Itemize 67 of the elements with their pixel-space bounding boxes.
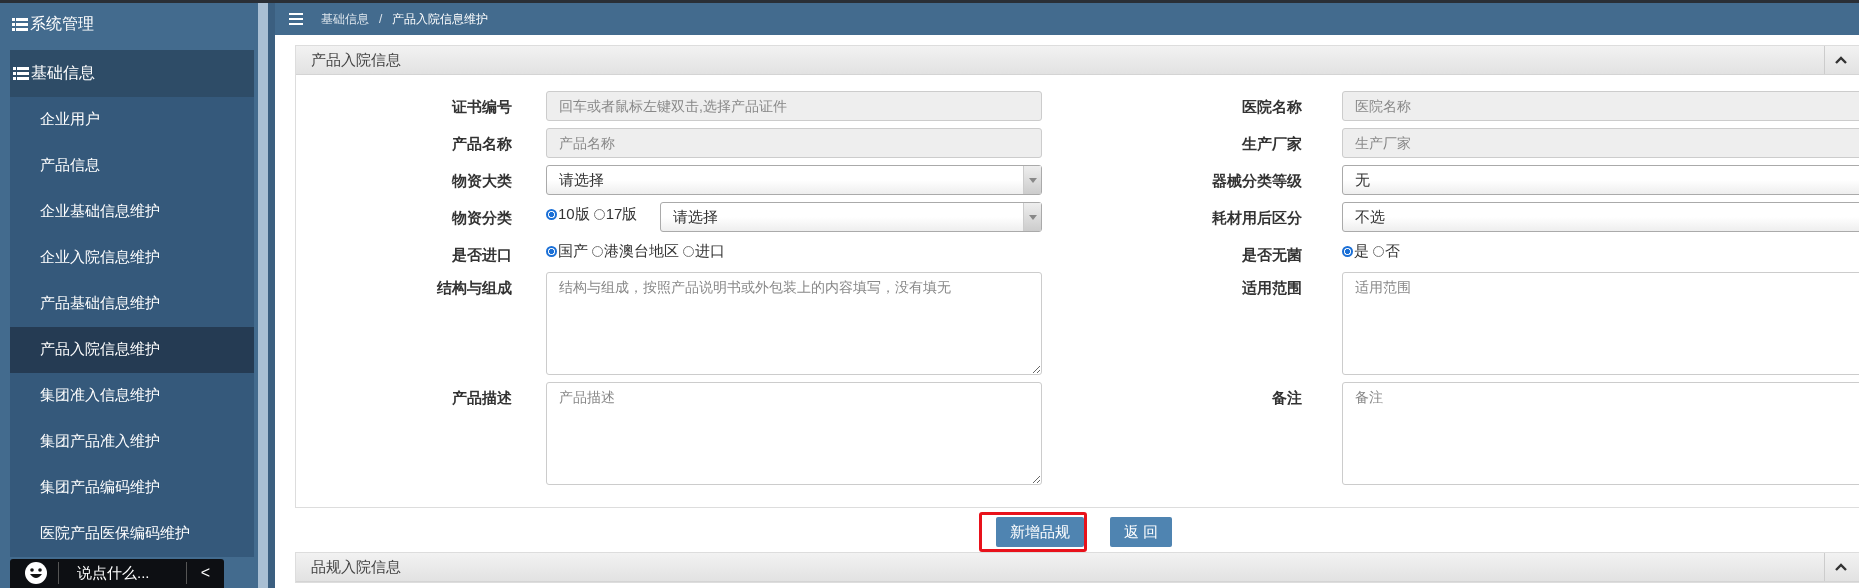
sidebar-item[interactable]: 企业基础信息维护: [10, 188, 254, 235]
select-field[interactable]: 请选择: [546, 165, 1042, 195]
section-label: 基础信息: [31, 62, 95, 83]
text-field[interactable]: 生产厂家: [1342, 128, 1859, 158]
collapse-button[interactable]: <: [186, 564, 224, 583]
radio-label: 港澳台地区: [604, 242, 679, 259]
sidebar-item[interactable]: 医院产品医保编码维护: [10, 510, 254, 557]
action-button[interactable]: 返 回: [1109, 517, 1173, 547]
field-label: 产品名称: [451, 134, 512, 154]
text-area[interactable]: 结构与组成，按照产品说明书或外包装上的内容填写，没有填无: [546, 272, 1042, 375]
field-label: 产品描述: [451, 388, 512, 408]
field-label: 物资分类: [450, 208, 512, 228]
field-label: 证书编号: [450, 97, 512, 117]
radio-button[interactable]: [546, 246, 557, 257]
field-label: 是否无菌: [1241, 245, 1302, 265]
text-field[interactable]: 产品名称: [546, 128, 1042, 158]
field-label: 医院名称: [1241, 97, 1302, 117]
breadcrumb-separator: /: [379, 12, 383, 26]
action-button[interactable]: 新增品规: [995, 517, 1084, 547]
sidebar-item[interactable]: 产品信息: [10, 142, 254, 189]
sidebar-item[interactable]: 企业用户: [10, 96, 254, 143]
field-label: 耗材用后区分: [1211, 208, 1302, 228]
field-label: 结构与组成: [436, 278, 512, 298]
text-area[interactable]: 产品描述: [546, 382, 1042, 485]
sidebar-item[interactable]: 企业入院信息维护: [10, 234, 254, 281]
radio-label: 否: [1385, 242, 1400, 259]
sidebar-section[interactable]: 基础信息: [10, 49, 254, 97]
select-field[interactable]: 无: [1342, 165, 1859, 195]
breadcrumb-item[interactable]: 基础信息: [321, 10, 369, 28]
section-label: 系统管理: [30, 14, 94, 35]
select-field[interactable]: 不选: [1342, 202, 1859, 232]
radio-button[interactable]: [1342, 246, 1353, 257]
radio-label: 是: [1354, 242, 1369, 259]
caret-icon: [1028, 214, 1037, 220]
chevron-up-icon: [1835, 563, 1847, 571]
panel-title: 产品入院信息: [310, 50, 401, 70]
caret-icon: [1028, 177, 1037, 183]
chat-input[interactable]: 说点什么...: [58, 562, 187, 585]
panel-title: 品规入院信息: [310, 557, 401, 577]
text-field[interactable]: 医院名称: [1342, 91, 1859, 121]
field-label: 备注: [1271, 388, 1302, 408]
breadcrumb-item: 产品入院信息维护: [392, 10, 489, 28]
chevron-up-icon: [1835, 56, 1847, 64]
radio-label: 国产: [558, 242, 588, 259]
sidebar-item[interactable]: 产品入院信息维护: [10, 326, 254, 373]
text-area[interactable]: 适用范围: [1342, 272, 1859, 375]
sidebar-item[interactable]: 集团产品编码维护: [10, 464, 254, 511]
radio-label: 17版: [605, 205, 638, 222]
field-label: 适用范围: [1241, 278, 1302, 298]
radio-button[interactable]: [546, 209, 557, 220]
list-icon: [12, 18, 28, 32]
radio-label: 10版: [558, 205, 590, 222]
text-area[interactable]: 备注: [1342, 382, 1859, 485]
sidebar-item[interactable]: 产品基础信息维护: [10, 280, 254, 327]
sidebar-section[interactable]: 系统管理: [0, 3, 258, 47]
smiley-icon[interactable]: [24, 561, 48, 586]
text-field[interactable]: 回车或者鼠标左键双击,选择产品证件: [546, 91, 1042, 121]
field-label: 物资大类: [450, 171, 512, 191]
sidebar-item[interactable]: 集团准入信息维护: [10, 372, 254, 419]
sidebar-item[interactable]: 集团产品准入维护: [10, 418, 254, 465]
menu-icon[interactable]: [289, 13, 303, 25]
radio-label: 进口: [695, 242, 725, 259]
select-field[interactable]: 请选择: [660, 202, 1042, 232]
list-icon: [13, 66, 29, 80]
field-label: 生产厂家: [1240, 134, 1302, 154]
field-label: 器械分类等级: [1211, 171, 1302, 191]
field-label: 是否进口: [451, 245, 512, 265]
